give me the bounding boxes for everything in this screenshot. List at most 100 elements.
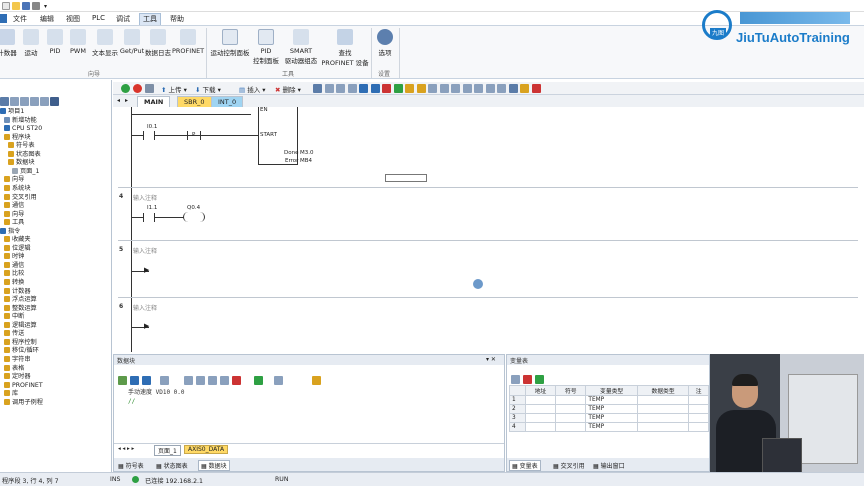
toolbar-icon[interactable] bbox=[416, 84, 426, 93]
upload-button[interactable]: ⬆ 上传 ▾ bbox=[161, 84, 187, 94]
cut-icon[interactable] bbox=[184, 376, 193, 385]
tab-sbr0[interactable]: SBR_0 bbox=[177, 96, 212, 107]
tree-tool-icon[interactable] bbox=[40, 97, 49, 106]
open-icon[interactable] bbox=[12, 2, 20, 10]
toolbar-icon[interactable] bbox=[474, 84, 483, 93]
options-button[interactable]: 选项 bbox=[373, 29, 397, 57]
dropdown-icon[interactable]: ▾ bbox=[44, 3, 47, 10]
data-tab-axis0[interactable]: AXIS0_DATA bbox=[184, 445, 229, 454]
tree-item[interactable]: PROFINET bbox=[4, 381, 43, 391]
toolbar-icon[interactable] bbox=[531, 84, 541, 93]
bottom-tab-symbols[interactable]: ▦ 符号表 bbox=[118, 461, 144, 470]
bottom-tab-datablock[interactable]: ▦ 数据块 bbox=[198, 460, 230, 471]
network-comment[interactable]: 输入注释 bbox=[133, 303, 157, 312]
toolbar-icon[interactable] bbox=[428, 84, 437, 93]
menu-debug[interactable]: 调试 bbox=[116, 14, 130, 24]
tab-int0[interactable]: INT_0 bbox=[211, 96, 244, 107]
insert-button[interactable]: ▤ 插入 ▾ bbox=[239, 84, 266, 94]
tree-tool-icon[interactable] bbox=[50, 97, 59, 106]
network-comment[interactable]: 输入注释 bbox=[133, 246, 157, 255]
tree-item[interactable]: 中断 bbox=[4, 313, 24, 322]
delete-row-icon[interactable] bbox=[523, 375, 532, 384]
wizard-getput-button[interactable]: Get/Put bbox=[119, 29, 145, 55]
table-cell[interactable] bbox=[636, 422, 690, 432]
tree-item[interactable]: 比较 bbox=[4, 270, 24, 279]
tree-item[interactable]: 时钟 bbox=[4, 253, 24, 262]
table-cell[interactable] bbox=[555, 413, 587, 423]
toolbar-icon[interactable] bbox=[324, 84, 334, 93]
toolbar-icon[interactable] bbox=[336, 84, 345, 93]
stop-icon[interactable] bbox=[133, 84, 142, 93]
data-line-1[interactable]: 手动速度 VD10 0.0 bbox=[128, 387, 185, 396]
tabs-scroll-left-icon[interactable]: ◂ bbox=[117, 97, 120, 104]
data-tab-page1[interactable]: 页面_1 bbox=[154, 445, 181, 456]
table-cell[interactable] bbox=[555, 395, 587, 405]
find-icon[interactable] bbox=[274, 376, 283, 385]
tree-item[interactable]: 转换 bbox=[4, 279, 24, 288]
data-line-2[interactable]: // bbox=[128, 398, 135, 405]
tree-item[interactable]: 向导 bbox=[4, 176, 24, 185]
run-icon[interactable] bbox=[121, 84, 130, 93]
ladder-editor[interactable]: EN I0.1 P START Done M3.0 Error MB4 4 输入… bbox=[113, 107, 864, 352]
table-cell[interactable] bbox=[688, 404, 709, 414]
panel-pin-icon[interactable]: ▾ ✕ bbox=[486, 356, 496, 363]
tree-item[interactable]: 项目1 bbox=[0, 108, 24, 117]
toolbar-icon[interactable] bbox=[393, 84, 403, 93]
table-cell[interactable]: TEMP bbox=[585, 422, 638, 432]
table-row[interactable]: 2 TEMP bbox=[509, 404, 709, 414]
tree-item[interactable]: 整数运算 bbox=[4, 304, 37, 314]
wizard-pid-button[interactable]: PID bbox=[44, 29, 66, 55]
wizard-text-display-button[interactable]: 文本显示 bbox=[90, 29, 120, 57]
save-icon[interactable] bbox=[22, 2, 30, 10]
tree-item[interactable]: 数据块 bbox=[8, 159, 35, 168]
find-profinet-button[interactable]: 查找 PROFINET 设备 bbox=[320, 29, 370, 67]
tree-item[interactable]: 状态图表 bbox=[8, 150, 41, 160]
wizard-motion-button[interactable]: 运动 bbox=[20, 29, 42, 57]
download-icon[interactable] bbox=[142, 376, 151, 385]
wizard-counter-button[interactable]: 计数器 bbox=[0, 29, 18, 57]
menu-plc[interactable]: PLC bbox=[92, 14, 105, 22]
toolbar-icon[interactable] bbox=[485, 84, 495, 93]
tree-tool-icon[interactable] bbox=[10, 97, 19, 106]
tree-item[interactable]: 系统块 bbox=[4, 184, 31, 194]
tree-tool-icon[interactable] bbox=[0, 97, 9, 106]
contact-p[interactable] bbox=[187, 131, 201, 140]
tab-cross-reference[interactable]: ▦ 交叉引用 bbox=[553, 461, 585, 470]
toolbar-icon[interactable] bbox=[405, 84, 414, 93]
tree-item[interactable]: 通信 bbox=[4, 202, 24, 211]
print-icon[interactable] bbox=[32, 2, 40, 10]
table-row[interactable]: 4 TEMP bbox=[509, 422, 709, 432]
toolbar-icon[interactable] bbox=[451, 84, 460, 93]
data-tab-nav-icon[interactable]: ◂ ◂ ▸ ▸ bbox=[118, 446, 134, 452]
tree-item[interactable]: 程序块 bbox=[4, 133, 31, 143]
tree-item[interactable]: 库 bbox=[4, 390, 18, 399]
check-icon[interactable] bbox=[118, 376, 127, 385]
tree-item[interactable]: 计数器 bbox=[4, 287, 31, 297]
pid-panel-button[interactable]: PID 控制面板 bbox=[252, 29, 280, 65]
bookmark-icon[interactable] bbox=[312, 376, 321, 385]
insert-row-icon[interactable] bbox=[511, 375, 520, 384]
refresh-icon[interactable] bbox=[535, 375, 544, 384]
contact-i11[interactable] bbox=[143, 213, 155, 222]
delete-button[interactable]: ✖ 删除 ▾ bbox=[275, 84, 301, 94]
toolbar-icon[interactable] bbox=[497, 84, 506, 93]
table-cell[interactable] bbox=[555, 422, 587, 432]
tree-item[interactable]: 表格 bbox=[4, 364, 24, 374]
table-cell[interactable] bbox=[524, 404, 557, 414]
tree-item[interactable]: 新增功能 bbox=[4, 116, 37, 126]
tree-item[interactable]: 定时器 bbox=[4, 373, 31, 382]
compile-icon[interactable] bbox=[145, 84, 154, 93]
table-cell[interactable] bbox=[636, 413, 690, 423]
toolbar-icon[interactable] bbox=[439, 84, 449, 93]
app-menu-icon[interactable] bbox=[0, 14, 7, 23]
paste-icon[interactable] bbox=[208, 376, 217, 385]
contact-i01[interactable] bbox=[143, 131, 155, 140]
smart-drive-config-button[interactable]: SMART 驱动器组态 bbox=[279, 29, 323, 65]
tabs-scroll-right-icon[interactable]: ▸ bbox=[125, 97, 128, 104]
toolbar-icon[interactable] bbox=[313, 84, 322, 93]
coil-q04[interactable] bbox=[183, 212, 205, 222]
go-icon[interactable] bbox=[254, 376, 263, 385]
tab-main[interactable]: MAIN bbox=[137, 96, 171, 107]
tree-item[interactable]: 调用子例程 bbox=[4, 398, 43, 408]
wizard-profinet-button[interactable]: PROFINET bbox=[172, 29, 204, 55]
